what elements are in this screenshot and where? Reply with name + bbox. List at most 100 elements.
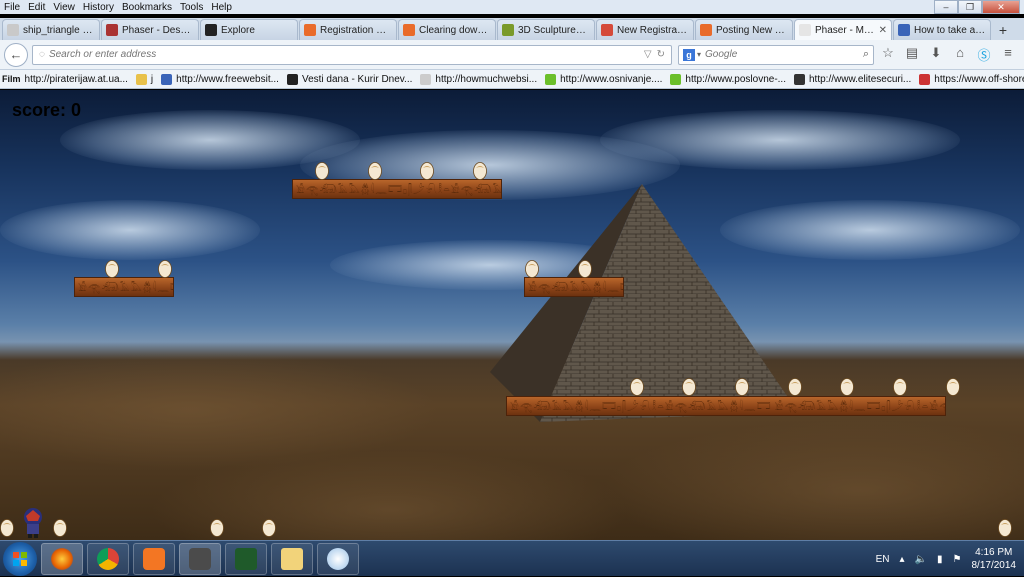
- taskbar-sublime[interactable]: [179, 542, 221, 575]
- tab-favicon-icon: [7, 24, 19, 36]
- tab-label: Clearing down ...: [419, 24, 491, 36]
- tab-label: Phaser - Deskt...: [122, 24, 194, 36]
- windows-taskbar: EN ▴ 🔈 ▮ ⚑ 4:16 PM 8/17/2014: [0, 540, 1024, 576]
- bookmark-star-icon[interactable]: ☆: [880, 45, 896, 64]
- download-icon[interactable]: ⬇: [928, 45, 944, 64]
- taskbar-chrome[interactable]: [87, 542, 129, 575]
- taskbar-paint[interactable]: [317, 542, 359, 575]
- page-identity-icon: ◌: [39, 49, 45, 60]
- menu-hamburger-icon[interactable]: ≡: [1000, 45, 1016, 64]
- egg-collectible: [788, 378, 802, 396]
- browser-tab[interactable]: Clearing down ...: [398, 19, 496, 40]
- browser-tab[interactable]: Phaser - Makin...✕: [794, 19, 892, 40]
- taskbar-firefox[interactable]: [41, 542, 83, 575]
- bookmark-item[interactable]: Film http://piraterijaw.at.ua...: [2, 74, 128, 85]
- google-engine-icon[interactable]: g: [683, 48, 695, 61]
- bookmark-favicon-icon: [135, 73, 147, 85]
- game-canvas[interactable]: score: 0 𓀀𓂀𓃰𓄿𓅓𓆣𓇋𓈖𓉐𓊪𓋴𓌳𓍯𓎛𓏏𓀀𓂀𓃰𓄿𓅓𓆣𓇋𓈖𓉐 𓀀𓂀𓃰𓄿𓅓𓆣…: [0, 90, 1024, 540]
- bookmark-item[interactable]: http://www.elitesecuri...: [794, 73, 911, 85]
- bookmarks-bar: Film http://piraterijaw.at.ua... j http://w…: [0, 70, 1024, 89]
- bookmark-favicon-icon: [545, 73, 557, 85]
- volume-icon[interactable]: 🔈: [915, 554, 927, 565]
- search-bar[interactable]: g ▾ ⌕: [678, 44, 874, 65]
- taskbar-xampp[interactable]: [133, 542, 175, 575]
- bookmark-item[interactable]: http://www.freewebsit...: [161, 73, 279, 85]
- home-icon[interactable]: ⌂: [952, 45, 968, 64]
- bookmark-item[interactable]: j: [135, 73, 153, 85]
- language-indicator[interactable]: EN: [876, 554, 890, 565]
- tab-favicon-icon: [106, 24, 118, 36]
- browser-tab[interactable]: Posting New T...: [695, 19, 793, 40]
- tab-label: Registration Su...: [320, 24, 392, 36]
- system-tray: EN ▴ 🔈 ▮ ⚑ 4:16 PM 8/17/2014: [876, 541, 1016, 577]
- windows-logo-icon: [13, 551, 27, 566]
- cloud: [600, 110, 960, 170]
- bookmark-item[interactable]: http://www.poslovne-...: [670, 73, 786, 85]
- show-hidden-icons-icon[interactable]: ▴: [900, 554, 905, 565]
- sublime-text-icon: [189, 547, 211, 570]
- folder-icon: [281, 547, 303, 570]
- egg-collectible: [368, 162, 382, 180]
- bookmark-favicon-icon: [919, 73, 931, 85]
- bookmark-item[interactable]: http://www.osnivanje....: [545, 73, 662, 85]
- bookmark-item[interactable]: http://howmuchwebsi...: [420, 73, 537, 85]
- egg-collectible: [578, 260, 592, 278]
- bookmark-item[interactable]: Vesti dana - Kurir Dnev...: [286, 73, 412, 85]
- bookmark-label: http://www.poslovne-...: [685, 73, 786, 85]
- tab-label: How to take a s...: [914, 24, 986, 36]
- menu-bookmarks[interactable]: Bookmarks: [122, 2, 172, 13]
- url-input[interactable]: [48, 49, 639, 60]
- xampp-icon: [143, 547, 165, 570]
- browser-tab[interactable]: Phaser - Deskt...: [101, 19, 199, 40]
- address-bar[interactable]: ◌ ▽ ↻: [32, 44, 672, 65]
- search-icon[interactable]: ⌕: [863, 48, 869, 61]
- bookmark-favicon-icon: [286, 73, 298, 85]
- browser-tab[interactable]: New Registrati...: [596, 19, 694, 40]
- egg-collectible: [473, 162, 487, 180]
- flag-icon[interactable]: ⚑: [953, 554, 962, 565]
- minimize-button[interactable]: –: [934, 0, 958, 14]
- reload-icon[interactable]: ↻: [657, 49, 665, 60]
- tab-favicon-icon: [898, 24, 910, 36]
- tab-favicon-icon: [502, 24, 514, 36]
- menu-tools[interactable]: Tools: [180, 2, 203, 13]
- hieroglyph-decoration: 𓀀𓂀𓃰𓄿𓅓𓆣𓇋𓈖𓉐𓊪𓋴𓌳𓍯𓎛𓏏𓀀𓂀𓃰𓄿𓅓𓆣𓇋𓈖𓉐: [78, 283, 173, 294]
- back-arrow-icon: ←: [9, 47, 23, 62]
- start-button[interactable]: [3, 541, 37, 576]
- clock-date: 8/17/2014: [971, 560, 1017, 571]
- menu-history[interactable]: History: [83, 2, 114, 13]
- platform-left: 𓀀𓂀𓃰𓄿𓅓𓆣𓇋𓈖𓉐𓊪𓋴𓌳𓍯𓎛𓏏𓀀𓂀𓃰𓄿𓅓𓆣𓇋𓈖𓉐: [74, 277, 174, 297]
- browser-tab[interactable]: Registration Su...: [299, 19, 397, 40]
- cloud: [0, 200, 260, 260]
- toolbar-icons: ☆ ▤ ⬇ ⌂ Ⓢ ≡: [880, 45, 1016, 64]
- skype-icon[interactable]: Ⓢ: [976, 45, 992, 64]
- hieroglyph-decoration: 𓀀𓂀𓃰𓄿𓅓𓆣𓇋𓈖𓉐𓊪𓋴𓌳𓍯𓎛𓏏𓀀𓂀𓃰𓄿𓅓𓆣𓇋𓈖𓉐: [296, 185, 501, 196]
- clock[interactable]: 4:16 PM 8/17/2014: [972, 546, 1017, 572]
- browser-tab[interactable]: 3D Sculptures ...: [497, 19, 595, 40]
- browser-tab[interactable]: ship_triangle OBJ/lo...: [2, 19, 100, 40]
- platform-lower: 𓀀𓂀𓃰𓄿𓅓𓆣𓇋𓈖𓉐𓊪𓋴𓌳𓍯𓎛𓏏𓀀𓂀𓃰𓄿𓅓𓆣𓇋𓈖𓉐 𓀀𓂀𓃰𓄿𓅓𓆣𓇋𓈖𓉐𓊪𓋴𓌳𓍯𓎛𓏏𓀀…: [506, 396, 946, 416]
- close-window-button[interactable]: ✕: [982, 0, 1020, 14]
- egg-collectible: [630, 378, 644, 396]
- egg-collectible: [682, 378, 696, 396]
- menu-edit[interactable]: Edit: [28, 2, 45, 13]
- engine-dropdown-icon[interactable]: ▾: [697, 50, 701, 59]
- network-icon[interactable]: ▮: [937, 554, 943, 565]
- chrome-icon: [97, 547, 119, 570]
- search-input[interactable]: [705, 49, 863, 60]
- reading-list-icon[interactable]: ▤: [904, 45, 920, 64]
- bookmark-item[interactable]: https://www.off-shore...: [919, 73, 1024, 85]
- taskbar-explorer[interactable]: [271, 542, 313, 575]
- maximize-button[interactable]: ❐: [958, 0, 982, 14]
- menu-view[interactable]: View: [53, 2, 75, 13]
- taskbar-terminal[interactable]: [225, 542, 267, 575]
- new-tab-button[interactable]: +: [992, 19, 1014, 40]
- menu-help[interactable]: Help: [211, 2, 232, 13]
- browser-tab[interactable]: How to take a s...: [893, 19, 991, 40]
- window-controls: – ❐ ✕: [934, 0, 1020, 14]
- browser-tab[interactable]: Explore: [200, 19, 298, 40]
- dropdown-arrow-icon[interactable]: ▽: [644, 49, 652, 60]
- back-button[interactable]: ←: [4, 42, 28, 67]
- menu-file[interactable]: File: [4, 2, 20, 13]
- close-tab-icon[interactable]: ✕: [879, 25, 887, 36]
